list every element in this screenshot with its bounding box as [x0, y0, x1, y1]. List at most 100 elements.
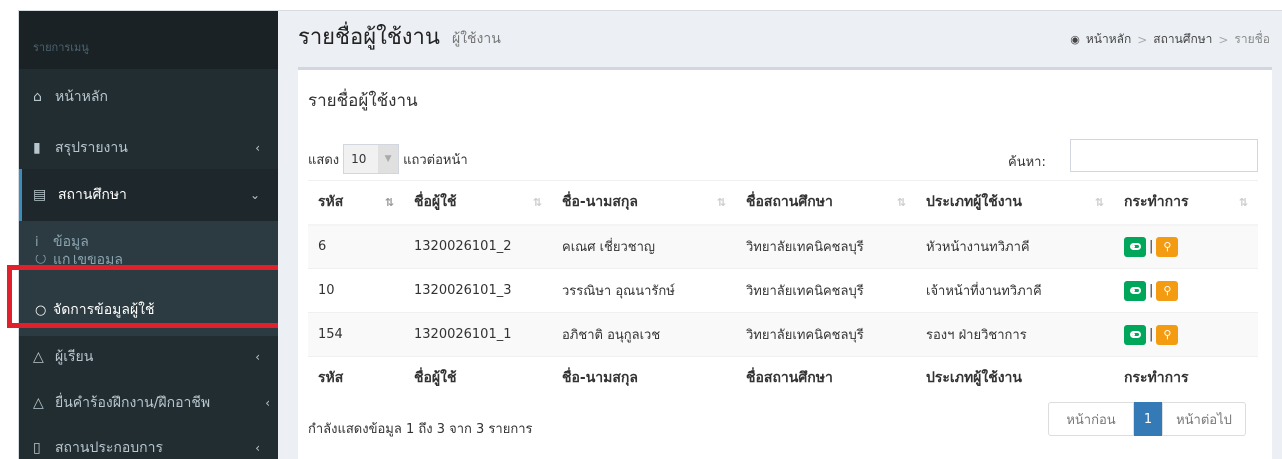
sort-icon: ⇅ [896, 196, 906, 209]
footer-role: ประเภทผู้ใช้งาน [916, 356, 1114, 399]
building-icon: ▯ [33, 440, 41, 456]
action-separator: | [1149, 283, 1154, 298]
column-header-school[interactable]: ชื่อสถานศึกษา ⇅ [736, 180, 916, 226]
key-icon: ⚲ [1163, 240, 1172, 254]
prev-page-button[interactable]: หน้าก่อน [1048, 402, 1134, 436]
sidebar-item-home[interactable]: ⌂ หน้าหลัก [19, 77, 278, 117]
chevron-left-icon: ‹ [255, 350, 260, 364]
sort-icon: ⇅ [532, 196, 542, 209]
dashboard-icon: ◉ [1070, 33, 1080, 46]
breadcrumb-separator: > [1218, 32, 1229, 47]
toggle-icon [1129, 331, 1141, 338]
column-header-username[interactable]: ชื่อผู้ใช้ ⇅ [404, 180, 552, 226]
table-footer-row: รหัส ชื่อผู้ใช้ ชื่อ-นามสกุล ชื่อสถานศึก… [308, 356, 1258, 399]
sidebar-item-establishments[interactable]: ▯ สถานประกอบการ ‹ [19, 427, 278, 459]
cell-role: รองฯ ฝ่ายวิชาการ [916, 312, 1114, 357]
sidebar-item-label: ผู้เรียน [55, 349, 94, 365]
cell-username: 1320026101_1 [404, 312, 552, 357]
sidebar-item-internship-request[interactable]: △ ยื่นคำร้องฝึกงาน/ฝึกอาชีพ ‹ [19, 382, 278, 424]
sort-icon: ⇅ [1094, 196, 1104, 209]
search-input[interactable] [1070, 139, 1258, 172]
highlight-annotation [7, 265, 293, 328]
sidebar-item-label: สถานประกอบการ [55, 440, 164, 456]
table-row: 10 1320026101_3 วรรณิษา อุณนารักษ์ วิทยา… [308, 268, 1258, 313]
toggle-status-button[interactable] [1124, 236, 1146, 257]
pagination: หน้าก่อน 1 หน้าต่อไป [1048, 402, 1246, 436]
page-length-select[interactable]: 10 ▼ [343, 144, 400, 174]
breadcrumb-current: รายชื่อ [1234, 32, 1270, 46]
submenu-item-label: ข้อมูล [53, 234, 89, 250]
cell-id: 6 [308, 224, 404, 269]
column-header-role[interactable]: ประเภทผู้ใช้งาน ⇅ [916, 180, 1114, 226]
cell-username: 1320026101_3 [404, 268, 552, 313]
action-separator: | [1149, 239, 1154, 255]
breadcrumb-home[interactable]: หน้าหลัก [1086, 30, 1131, 49]
sidebar-item-institution[interactable]: ▤ สถานศึกษา ⌄ [19, 169, 278, 221]
action-separator: | [1149, 327, 1154, 342]
sort-asc-icon: ⇅ [384, 196, 394, 209]
sidebar-item-label: สถานศึกษา [58, 187, 127, 203]
page-length-value: 10 [351, 152, 367, 166]
chevron-left-icon: ‹ [255, 141, 260, 155]
toggle-icon [1129, 243, 1141, 251]
toggle-status-button[interactable] [1124, 324, 1146, 345]
cell-role: หัวหน้างานทวิภาคี [916, 224, 1114, 269]
sidebar-item-reports[interactable]: ▮ สรุปรายงาน ‹ [19, 127, 278, 169]
page-number-button[interactable]: 1 [1134, 402, 1162, 436]
column-header-fullname[interactable]: ชื่อ-นามสกุล ⇅ [552, 180, 736, 226]
chevron-down-icon: ▼ [378, 145, 399, 173]
footer-fullname: ชื่อ-นามสกุล [552, 356, 736, 399]
breadcrumb: ◉ หน้าหลัก > สถานศึกษา > รายชื่อ [1070, 30, 1270, 49]
key-icon: ⚲ [1163, 328, 1172, 341]
home-icon: ⌂ [33, 89, 42, 105]
user-list-box: รายชื่อผู้ใช้งาน แสดง 10 ▼ แถวต่อหน้า ค้… [298, 67, 1272, 459]
breadcrumb-separator: > [1137, 32, 1148, 47]
cell-actions: | ⚲ [1114, 268, 1258, 313]
column-header-actions[interactable]: กระทำการ ⇅ [1114, 180, 1258, 226]
box-title: รายชื่อผู้ใช้งาน [308, 91, 418, 111]
footer-id: รหัส [308, 356, 404, 399]
cell-actions: | ⚲ [1114, 312, 1258, 357]
cell-school: วิทยาลัยเทคนิคชลบุรี [736, 268, 916, 313]
cell-id: 154 [308, 312, 404, 357]
footer-actions: กระทำการ [1114, 356, 1258, 399]
cell-fullname: คเณศ เชี่ยวชาญ [552, 224, 736, 269]
reset-password-button[interactable]: ⚲ [1156, 236, 1179, 257]
search-label: ค้นหา: [1008, 155, 1046, 170]
page-subtitle: ผู้ใช้งาน [452, 31, 501, 47]
length-suffix: แถวต่อหน้า [403, 152, 468, 168]
reset-password-button[interactable]: ⚲ [1156, 324, 1179, 345]
submenu-item-info[interactable]: i ข้อมูล [19, 229, 278, 255]
cell-school: วิทยาลัยเทคนิคชลบุรี [736, 312, 916, 357]
sidebar-item-label: หน้าหลัก [55, 89, 108, 105]
length-prefix: แสดง [308, 152, 340, 168]
cell-role: เจ้าหน้าที่งานทวิภาคี [916, 268, 1114, 313]
cell-id: 10 [308, 268, 404, 313]
sidebar-item-label: ยื่นคำร้องฝึกงาน/ฝึกอาชีพ [55, 395, 211, 411]
cell-school: วิทยาลัยเทคนิคชลบุรี [736, 224, 916, 269]
main-content: รายชื่อผู้ใช้งาน ผู้ใช้งาน ◉ หน้าหลัก > … [278, 11, 1282, 459]
toggle-icon [1129, 287, 1141, 294]
footer-username: ชื่อผู้ใช้ [404, 356, 552, 399]
column-header-id[interactable]: รหัส ⇅ [308, 180, 404, 226]
page-length-control: แสดง 10 ▼ แถวต่อหน้า [308, 144, 468, 174]
sidebar-item-students[interactable]: △ ผู้เรียน ‹ [19, 336, 278, 378]
footer-school: ชื่อสถานศึกษา [736, 356, 916, 399]
graduation-cap-icon: △ [33, 395, 44, 411]
breadcrumb-institution[interactable]: สถานศึกษา [1153, 30, 1212, 49]
table-row: 154 1320026101_1 อภิชาติ อนุกูลเวช วิทยา… [308, 312, 1258, 357]
users-table: รหัส ⇅ ชื่อผู้ใช้ ⇅ ชื่อ-นามสกุล ⇅ ชื่อสถาน… [308, 180, 1258, 399]
next-page-button[interactable]: หน้าต่อไป [1162, 402, 1246, 436]
chevron-down-icon: ⌄ [249, 188, 260, 202]
toggle-status-button[interactable] [1124, 280, 1146, 301]
sidebar-item-label: สรุปรายงาน [55, 140, 128, 156]
chevron-left-icon: ‹ [255, 441, 260, 455]
page-title: รายชื่อผู้ใช้งาน [298, 25, 440, 50]
table-header-row: รหัส ⇅ ชื่อผู้ใช้ ⇅ ชื่อ-นามสกุล ⇅ ชื่อสถาน… [308, 180, 1258, 226]
institution-icon: ▤ [33, 187, 47, 203]
reset-password-button[interactable]: ⚲ [1156, 280, 1179, 301]
sort-icon: ⇅ [1238, 196, 1248, 209]
cell-fullname: อภิชาติ อนุกูลเวช [552, 312, 736, 357]
table-info: กำลังแสดงข้อมูล 1 ถึง 3 จาก 3 รายการ [308, 422, 533, 437]
cell-actions: | ⚲ [1114, 224, 1258, 269]
